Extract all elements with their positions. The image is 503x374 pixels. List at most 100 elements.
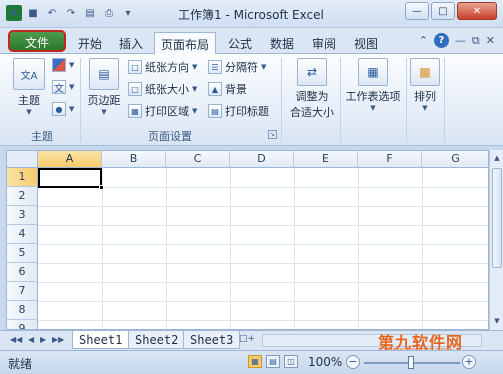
sheet-tab-3[interactable]: Sheet3 <box>183 331 241 349</box>
sheet-options-label: 工作表选项 <box>345 90 401 103</box>
tab-insert[interactable]: 插入 <box>113 32 149 54</box>
row-header-8[interactable]: 8 <box>7 301 38 320</box>
page-layout-view-icon[interactable]: ▤ <box>266 355 280 368</box>
insert-sheet-icon[interactable]: □+ <box>239 334 255 347</box>
print-area-button[interactable]: ▦ 打印区域 ▼ <box>128 103 197 119</box>
theme-colors-button[interactable]: ▼ <box>52 58 74 72</box>
zoom-out-icon[interactable]: − <box>346 355 360 369</box>
themes-caret-icon: ▼ <box>26 108 32 116</box>
gridline <box>358 168 359 329</box>
gridline <box>230 168 231 329</box>
themes-label: 主题 <box>18 94 40 107</box>
scale-label-2: 合适大小 <box>290 106 334 119</box>
breaks-label: 分隔符 <box>225 61 258 74</box>
column-header-a[interactable]: A <box>38 151 102 168</box>
row-header-9[interactable]: 9 <box>7 320 38 329</box>
scroll-down-icon[interactable]: ▼ <box>491 314 503 328</box>
column-header-c[interactable]: C <box>166 151 230 168</box>
page-setup-launcher-icon[interactable]: ↘ <box>268 130 277 139</box>
column-header-f[interactable]: F <box>358 151 422 168</box>
row-header-7[interactable]: 7 <box>7 282 38 301</box>
active-cell-a1[interactable] <box>38 168 102 188</box>
arrange-button[interactable]: ▩ 排列 ▼ <box>408 58 442 112</box>
row-header-4[interactable]: 4 <box>7 225 38 244</box>
last-sheet-icon[interactable]: ▶▶ <box>52 335 64 344</box>
tab-page-layout[interactable]: 页面布局 <box>154 32 216 55</box>
background-button[interactable]: ▲ 背景 <box>208 81 247 97</box>
tab-formulas[interactable]: 公式 <box>222 32 258 54</box>
next-sheet-icon[interactable]: ▶ <box>40 335 46 344</box>
scroll-thumb[interactable] <box>492 168 502 268</box>
select-all-corner[interactable] <box>7 151 38 168</box>
collapse-ribbon-icon[interactable]: ⌃ <box>419 34 428 47</box>
scale-to-fit-icon: ⇄ <box>297 58 327 86</box>
theme-effects-caret-icon: ▼ <box>69 105 75 113</box>
worksheet-grid[interactable]: A B C D E F G 1 2 3 4 5 6 7 8 9 <box>6 150 489 330</box>
scale-to-fit-button[interactable]: ⇄ 调整为 合适大小 <box>284 58 340 120</box>
status-bar: 就绪 ▦ ▤ ◫ 100% − + <box>0 350 503 374</box>
excel-logo-icon[interactable]: X <box>6 5 22 21</box>
scroll-up-icon[interactable]: ▲ <box>491 151 503 165</box>
sheet-tab-2[interactable]: Sheet2 <box>128 331 186 349</box>
save-icon[interactable]: ■ <box>25 5 41 21</box>
row-header-2[interactable]: 2 <box>7 187 38 206</box>
column-header-b[interactable]: B <box>102 151 166 168</box>
customize-icon[interactable]: ▾ <box>120 5 136 21</box>
zoom-level[interactable]: 100% <box>308 355 342 369</box>
window-title: 工作簿1 - Microsoft Excel <box>178 8 324 22</box>
gridline <box>38 282 488 283</box>
orientation-button[interactable]: □ 纸张方向 ▼ <box>128 59 197 75</box>
arrange-label: 排列 <box>414 90 436 103</box>
tab-view[interactable]: 视图 <box>348 32 384 54</box>
separator <box>340 58 341 142</box>
tab-data[interactable]: 数据 <box>264 32 300 54</box>
sheet-options-button[interactable]: ▦ 工作表选项 ▼ <box>342 58 404 112</box>
column-header-e[interactable]: E <box>294 151 358 168</box>
close-button[interactable]: ✕ <box>457 2 497 20</box>
gridline <box>102 168 103 329</box>
themes-button[interactable]: 文A 主题 ▼ <box>8 58 50 116</box>
column-header-d[interactable]: D <box>230 151 294 168</box>
vertical-scrollbar[interactable]: ▲ ▼ <box>489 150 503 330</box>
theme-effects-icon: ● <box>52 102 66 116</box>
fill-handle[interactable] <box>99 185 104 190</box>
themes-group-label: 主题 <box>31 130 53 143</box>
print-icon[interactable]: ⎙ <box>101 5 117 21</box>
zoom-slider-thumb[interactable] <box>408 356 414 369</box>
row-header-6[interactable]: 6 <box>7 263 38 282</box>
normal-view-icon[interactable]: ▦ <box>248 355 262 368</box>
theme-fonts-button[interactable]: 文 ▼ <box>52 80 74 95</box>
tab-home[interactable]: 开始 <box>72 32 108 54</box>
redo-icon[interactable]: ↷ <box>63 5 79 21</box>
undo-icon[interactable]: ↶ <box>44 5 60 21</box>
minimize-button[interactable]: — <box>405 2 429 20</box>
row-header-1[interactable]: 1 <box>7 168 38 187</box>
print-preview-icon[interactable]: ▤ <box>82 5 98 21</box>
maximize-button[interactable]: □ <box>431 2 455 20</box>
tab-file[interactable]: 文件 <box>8 30 66 52</box>
workbook-close-icon[interactable]: ✕ <box>486 34 495 47</box>
prev-sheet-icon[interactable]: ◀ <box>28 335 34 344</box>
row-header-5[interactable]: 5 <box>7 244 38 263</box>
sheet-tab-1[interactable]: Sheet1 <box>72 331 130 349</box>
workbook-minimize-icon[interactable]: — <box>455 34 466 47</box>
row-header-3[interactable]: 3 <box>7 206 38 225</box>
first-sheet-icon[interactable]: ◀◀ <box>10 335 22 344</box>
column-header-g[interactable]: G <box>422 151 488 168</box>
arrange-icon: ▩ <box>410 58 440 86</box>
gridline <box>38 301 488 302</box>
page-break-view-icon[interactable]: ◫ <box>284 355 298 368</box>
separator <box>80 58 81 142</box>
workbook-restore-icon[interactable]: ⧉ <box>472 34 480 48</box>
breaks-button[interactable]: ☰ 分隔符 ▼ <box>208 59 266 75</box>
ribbon-tabs: 文件 开始 插入 页面布局 公式 数据 审阅 视图 ⌃ ? — ⧉ ✕ <box>0 28 503 55</box>
size-button[interactable]: □ 纸张大小 ▼ <box>128 81 197 97</box>
help-icon[interactable]: ? <box>433 33 449 48</box>
print-titles-button[interactable]: ▤ 打印标题 <box>208 103 269 119</box>
title-bar: X ■ ↶ ↷ ▤ ⎙ ▾ 工作簿1 - Microsoft Excel — □… <box>0 0 503 28</box>
zoom-in-icon[interactable]: + <box>462 355 476 369</box>
tab-review[interactable]: 审阅 <box>306 32 342 54</box>
margins-button[interactable]: ▤ 页边距 ▼ <box>84 58 124 116</box>
theme-effects-button[interactable]: ● ▼ <box>52 102 74 116</box>
gridline <box>38 187 488 188</box>
